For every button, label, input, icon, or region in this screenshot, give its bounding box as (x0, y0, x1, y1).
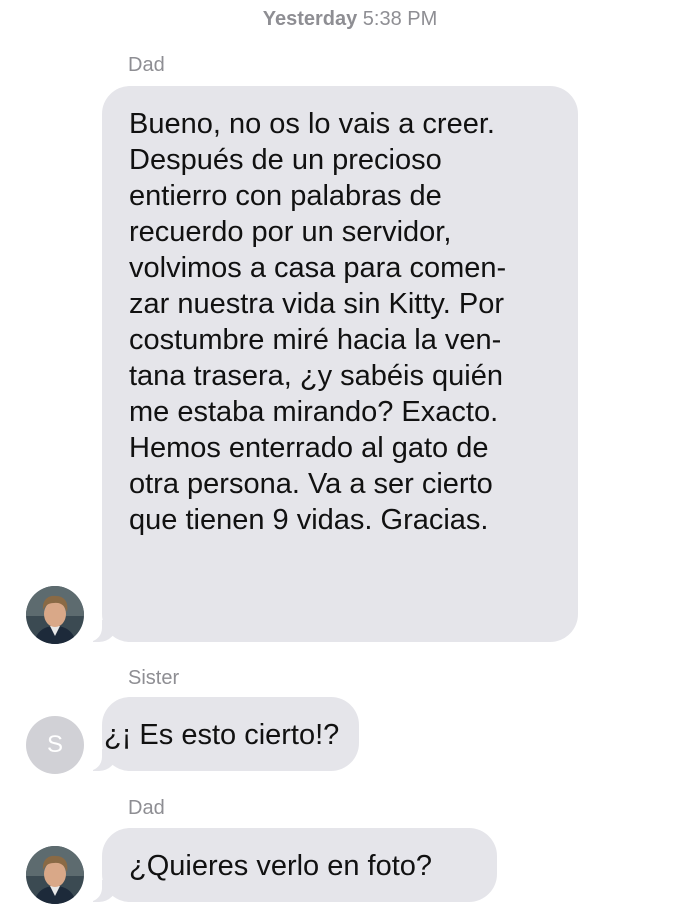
dad-avatar[interactable] (26, 846, 84, 904)
sender-name: Dad (128, 54, 165, 76)
avatar-initial: S (46, 731, 63, 758)
message-bubble[interactable]: Bueno, no os lo vais a creer. Después de… (81, 86, 578, 642)
timestamp-day: Yesterday (262, 8, 358, 30)
message-line: otra persona. Va a ser cierto (129, 468, 493, 500)
message-line: recuerdo por un servidor, (129, 216, 452, 248)
message-text: ¿Quieres verlo en foto? (129, 848, 477, 884)
message-line: ¿Quieres verlo en foto? (129, 850, 433, 882)
message-line: Hemos enterrado al gato de (129, 432, 489, 464)
conversation-timestamp: Yesterday 5:38 PM (0, 8, 700, 31)
message-text: ¿¡ Es esto cierto!? (104, 717, 339, 753)
dad-photo-icon (26, 586, 84, 644)
message-line: que tienen 9 vidas. Gracias. (129, 504, 489, 536)
dad-avatar[interactable] (26, 586, 84, 644)
message-line: Después de un precioso (129, 144, 442, 176)
bubble-tail (81, 618, 117, 642)
message-line: volvimos a casa para comen- (129, 252, 507, 284)
message-line: tana trasera, ¿y sabéis quién (129, 360, 503, 392)
message-bubble[interactable]: ¿¡ Es esto cierto!? (81, 697, 359, 771)
dad-photo-icon (26, 846, 84, 904)
timestamp-time: 5:38 PM (362, 8, 438, 30)
message-text: Bueno, no os lo vais a creer. Después de… (129, 106, 558, 538)
message-line: zar nuestra vida sin Kitty. Por (129, 288, 505, 320)
sender-name: Dad (128, 797, 165, 819)
sender-name: Sister (128, 667, 180, 689)
bubble-tail (81, 878, 117, 902)
message-line: costumbre miré hacia la ven- (129, 324, 502, 356)
message-line: ¿¡ Es esto cierto!? (104, 719, 340, 751)
message-line: Bueno, no os lo vais a creer. (129, 108, 495, 140)
message-line: entierro con palabras de (129, 180, 442, 212)
sister-avatar[interactable]: S (26, 716, 84, 774)
message-line: me estaba mirando? Exacto. (129, 396, 499, 428)
message-bubble[interactable]: ¿Quieres verlo en foto? (81, 828, 497, 902)
